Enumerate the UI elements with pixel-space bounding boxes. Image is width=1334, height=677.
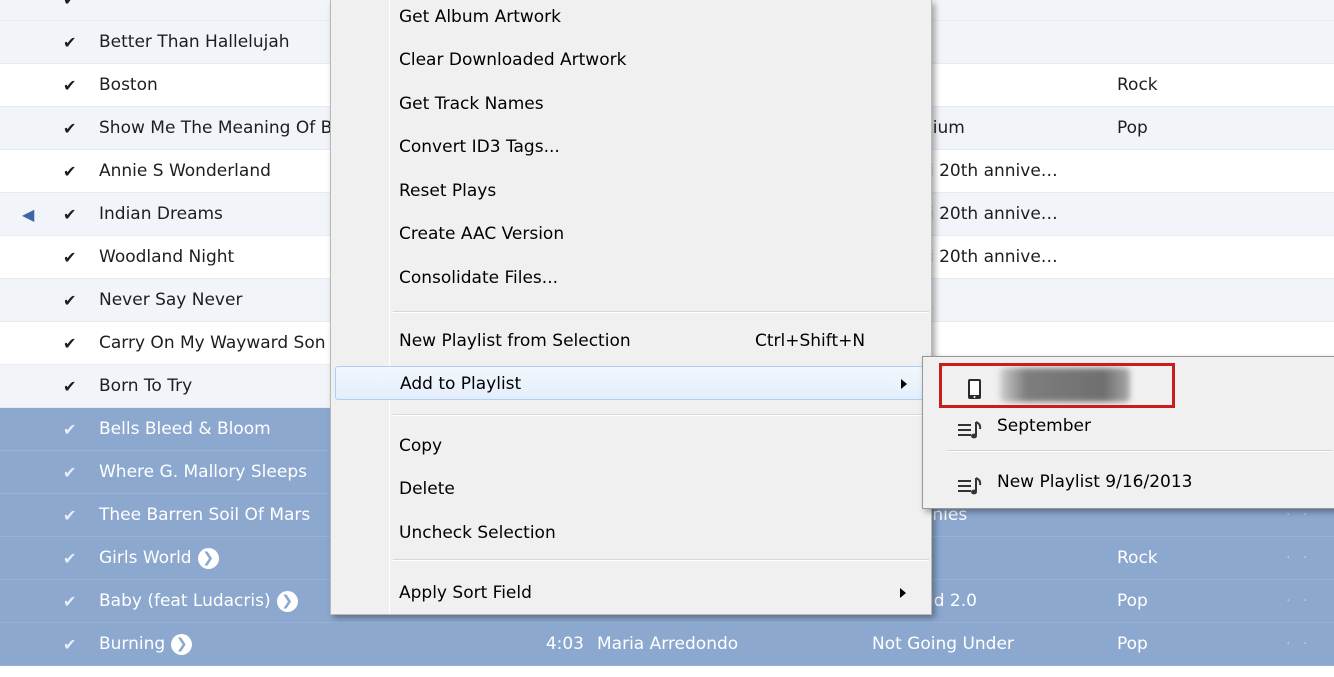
menu-item-label: New Playlist from Selection: [399, 331, 631, 351]
song-genre: Pop: [1117, 591, 1148, 611]
checkmark-icon[interactable]: ✔: [63, 150, 85, 193]
song-row[interactable]: ✔ Burning ❯ 4:03 Maria Arredondo Not Going Un…: [0, 623, 1334, 666]
itunes-window: ✔ ✔Better Than Hallelujah✔BostonRock✔Sho…: [0, 0, 1334, 677]
menu-separator: [393, 311, 929, 313]
song-title-text: Annie S Wonderland: [99, 161, 271, 181]
checkmark-icon[interactable]: ✔: [63, 236, 85, 279]
playlist-icon: [957, 416, 983, 439]
song-title-text: Better Than Hallelujah: [99, 32, 290, 52]
menu-item-label: Copy: [399, 436, 443, 456]
song-genre: Rock: [1117, 75, 1158, 95]
song-title-text: Born To Try: [99, 376, 193, 396]
song-title-text: Carry On My Wayward Son: [99, 333, 326, 353]
row-dots: · ·: [1286, 593, 1312, 609]
checkmark-icon[interactable]: ✔: [63, 107, 85, 150]
song-album: Not Going Under: [872, 634, 1014, 654]
song-title-text: Never Say Never: [99, 290, 243, 310]
playlist-icon: [957, 472, 983, 495]
menu-item-clear-downloaded-artwork[interactable]: Clear Downloaded Artwork: [335, 43, 929, 77]
arrow-circle-icon[interactable]: ❯: [276, 590, 298, 612]
checkmark-icon[interactable]: ✔: [63, 21, 85, 64]
submenu-arrow-icon: [900, 588, 906, 598]
song-title-text: Burning: [99, 634, 166, 654]
checkmark-icon[interactable]: ✔: [63, 408, 85, 451]
menu-item-apply-sort-field[interactable]: Apply Sort Field: [335, 576, 929, 610]
song-title-text: Boston: [99, 75, 158, 95]
menu-item-label: Delete: [399, 479, 455, 499]
menu-item-label: Add to Playlist: [400, 374, 522, 394]
menu-item-delete[interactable]: Delete: [335, 472, 929, 506]
menu-item-label: Consolidate Files...: [399, 268, 559, 288]
checkmark-icon[interactable]: ✔: [63, 537, 85, 580]
menu-item-consolidate-files[interactable]: Consolidate Files...: [335, 261, 929, 295]
song-title-text: Where G. Mallory Sleeps: [99, 462, 307, 482]
menu-separator: [393, 559, 929, 561]
submenu-item-playlist[interactable]: September: [923, 406, 1334, 446]
speaker-icon: ◀: [22, 205, 35, 224]
context-menu: Get Album Artwork Clear Downloaded Artwor…: [330, 0, 932, 615]
song-title-text: Girls World: [99, 548, 192, 568]
highlight-box-annotation: [939, 363, 1175, 408]
submenu-item-label: September: [997, 416, 1091, 436]
checkmark-icon[interactable]: ✔: [63, 279, 85, 322]
menu-item-label: Uncheck Selection: [399, 523, 556, 543]
submenu-item-label: New Playlist 9/16/2013: [997, 472, 1193, 492]
song-title-text: Woodland Night: [99, 247, 235, 267]
menu-item-copy[interactable]: Copy: [335, 429, 929, 463]
submenu-item-playlist[interactable]: New Playlist 9/16/2013: [923, 462, 1334, 502]
menu-item-shortcut: Ctrl+Shift+N: [755, 331, 866, 351]
menu-item-add-to-playlist[interactable]: Add to Playlist: [335, 366, 929, 400]
menu-item-get-album-artwork[interactable]: Get Album Artwork: [335, 0, 929, 34]
menu-item-label: Get Album Artwork: [399, 7, 562, 27]
submenu-arrow-icon: [901, 379, 907, 389]
arrow-circle-icon[interactable]: ❯: [197, 547, 219, 569]
song-artist: Maria Arredondo: [597, 634, 739, 654]
song-title-text: Thee Barren Soil Of Mars: [99, 505, 311, 525]
song-genre: Rock: [1117, 548, 1158, 568]
checkmark-icon[interactable]: ✔: [63, 451, 85, 494]
menu-item-get-track-names[interactable]: Get Track Names: [335, 87, 929, 121]
menu-item-label: Clear Downloaded Artwork: [399, 50, 627, 70]
row-dots: · ·: [1286, 550, 1312, 566]
song-album: ri 20th annive…: [922, 204, 1058, 224]
menu-item-reset-plays[interactable]: Reset Plays: [335, 174, 929, 208]
checkmark-icon[interactable]: ✔: [63, 64, 85, 107]
menu-separator: [393, 414, 929, 416]
menu-item-create-aac-version[interactable]: Create AAC Version: [335, 217, 929, 251]
checkmark-icon[interactable]: ✔: [63, 322, 85, 365]
menu-item-label: Reset Plays: [399, 181, 497, 201]
song-album: ri 20th annive…: [922, 247, 1058, 267]
checkmark-icon[interactable]: ✔: [63, 580, 85, 623]
menu-item-uncheck-selection[interactable]: Uncheck Selection: [335, 516, 929, 550]
checkmark-icon[interactable]: ✔: [63, 494, 85, 537]
row-dots: · ·: [1286, 636, 1312, 652]
menu-item-label: Apply Sort Field: [399, 583, 532, 603]
menu-item-label: Convert ID3 Tags...: [399, 137, 560, 157]
song-time: 4:03: [545, 634, 584, 654]
menu-item-label: Get Track Names: [399, 94, 544, 114]
checkmark-icon[interactable]: ✔: [63, 0, 85, 21]
song-title-text: Baby (feat Ludacris): [99, 591, 271, 611]
song-title-text: Bells Bleed & Bloom: [99, 419, 271, 439]
menu-item-convert-id3-tags[interactable]: Convert ID3 Tags...: [335, 130, 929, 164]
menu-item-new-playlist-from-selection[interactable]: New Playlist from Selection Ctrl+Shift+N: [335, 324, 929, 358]
menu-item-label: Create AAC Version: [399, 224, 565, 244]
submenu-separator: [947, 450, 1333, 452]
checkmark-icon[interactable]: ✔: [63, 193, 85, 236]
song-genre: Pop: [1117, 634, 1148, 654]
checkmark-icon[interactable]: ✔: [63, 365, 85, 408]
song-title-text: Indian Dreams: [99, 204, 223, 224]
song-genre: Pop: [1117, 118, 1148, 138]
checkmark-icon[interactable]: ✔: [63, 623, 85, 666]
arrow-circle-icon[interactable]: ❯: [171, 633, 193, 655]
song-album: ri 20th annive…: [922, 161, 1058, 181]
